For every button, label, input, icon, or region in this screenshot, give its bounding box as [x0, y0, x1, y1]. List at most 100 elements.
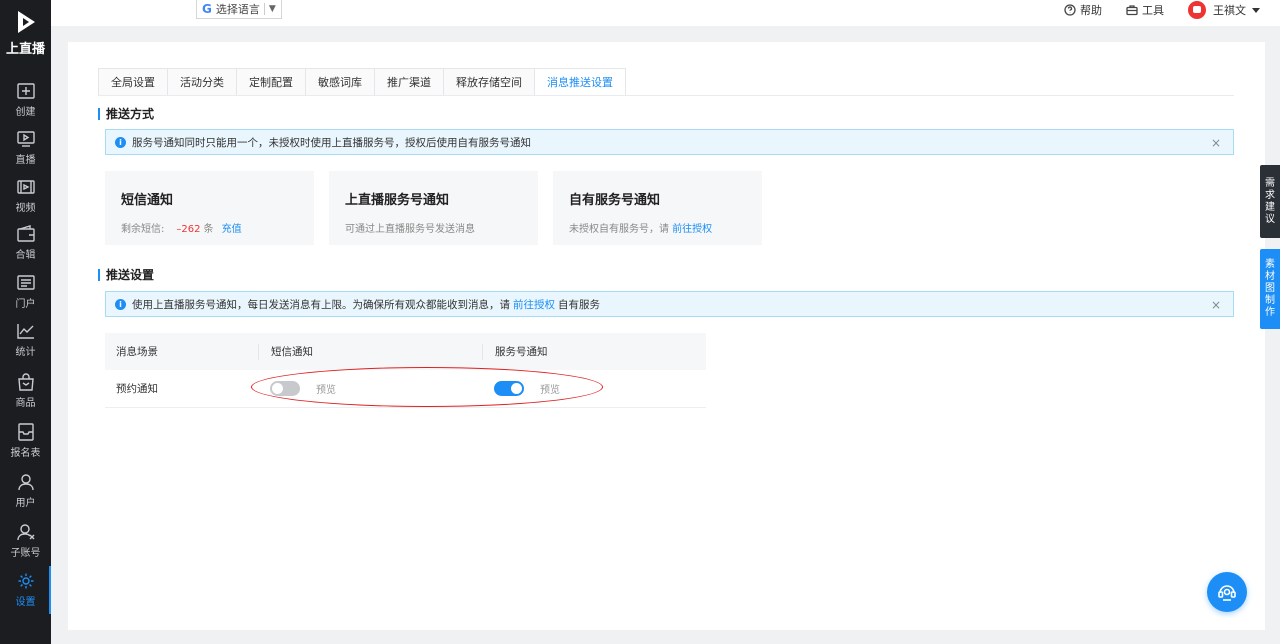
headset-icon [1218, 585, 1236, 601]
card-own-service-notice[interactable]: 自有服务号通知 未授权自有服务号，请 前往授权 [553, 171, 762, 245]
card-platform-service-notice[interactable]: 上直播服务号通知 可通过上直播服务号发送消息 [329, 171, 538, 245]
sidebar-item-live[interactable]: 直播 [0, 124, 51, 172]
film-icon [16, 180, 35, 194]
caret-down-icon [1252, 7, 1260, 13]
sidebar: 上直播 创建 直播 视频 合辑 门户 统计 商品 报名表 用户 子账号 设置 [0, 0, 51, 644]
section-title-push-settings: 推送设置 [98, 269, 154, 281]
card-desc: 剩余短信: –262 条 充值 [121, 220, 298, 235]
chevron-down-icon: ▼ [268, 4, 276, 14]
feedback-tab[interactable]: 需求建议 [1260, 165, 1280, 238]
wallet-icon [16, 225, 35, 242]
alert-text: 使用上直播服务号通知，每日发送消息有上限。为确保所有观众都能收到消息，请 [132, 298, 510, 311]
logo-icon [17, 11, 35, 33]
card-title: 自有服务号通知 [569, 193, 661, 208]
alert-text-suffix: 自有服务 [558, 298, 600, 311]
tab-sensitive-words[interactable]: 敏感词库 [305, 68, 374, 96]
question-icon [1064, 4, 1076, 16]
float-tab-char: 求 [1265, 189, 1275, 201]
sidebar-item-label: 统计 [15, 347, 36, 358]
push-method-alert: i 服务号通知同时只能用一个，未授权时使用上直播服务号，授权后使用自有服务号通知… [105, 129, 1234, 155]
user-icon [17, 474, 34, 491]
divider [263, 3, 265, 15]
settings-tabs: 全局设置 活动分类 定制配置 敏感词库 推广渠道 释放存储空间 消息推送设置 [98, 68, 626, 96]
user-menu[interactable]: 王祺文 [1188, 1, 1260, 19]
brand[interactable]: 上直播 [0, 0, 51, 62]
sms-remaining-label: 剩余短信: [121, 224, 165, 235]
tab-custom-config[interactable]: 定制配置 [236, 68, 305, 96]
toolbox-icon [1126, 5, 1138, 16]
sidebar-item-collection[interactable]: 合辑 [0, 219, 51, 267]
sidebar-item-label: 创建 [15, 107, 36, 118]
line-chart-icon [16, 324, 34, 339]
topbar-actions: 帮助 工具 王祺文 [1064, 0, 1280, 20]
plus-square-icon [16, 83, 35, 99]
sidebar-item-label: 合辑 [15, 250, 36, 261]
annotation-ellipse [251, 367, 603, 407]
sidebar-item-form[interactable]: 报名表 [0, 417, 51, 465]
float-tab-char: 作 [1265, 307, 1275, 318]
sidebar-item-label: 用户 [15, 498, 36, 509]
header-sms: 短信通知 [258, 343, 482, 360]
sidebar-item-goods[interactable]: 商品 [0, 367, 51, 415]
card-desc: 可通过上直播服务号发送消息 [345, 224, 475, 235]
tabs-divider [98, 95, 1234, 96]
authorize-link[interactable]: 前往授权 [672, 224, 712, 235]
sidebar-item-users[interactable]: 用户 [0, 467, 51, 515]
tab-global-settings[interactable]: 全局设置 [98, 68, 167, 96]
tab-promotion-channels[interactable]: 推广渠道 [374, 68, 443, 96]
customer-service-button[interactable] [1207, 572, 1247, 612]
sidebar-item-video[interactable]: 视频 [0, 172, 51, 220]
push-settings-alert: i 使用上直播服务号通知，每日发送消息有上限。为确保所有观众都能收到消息，请 前… [105, 291, 1234, 317]
language-select-label: 选择语言 [215, 3, 260, 16]
sidebar-item-label: 直播 [15, 155, 36, 166]
google-icon: G [202, 2, 212, 16]
card-desc: 未授权自有服务号，请 前往授权 [569, 220, 746, 235]
close-icon[interactable]: × [1211, 136, 1221, 150]
card-title: 上直播服务号通知 [345, 193, 450, 208]
info-icon: i [115, 298, 126, 310]
sidebar-item-portal[interactable]: 门户 [0, 268, 51, 316]
table-header: 消息场景 短信通知 服务号通知 [105, 333, 706, 370]
sidebar-item-subaccount[interactable]: 子账号 [0, 517, 51, 565]
sidebar-item-stats[interactable]: 统计 [0, 316, 51, 364]
sidebar-item-label: 门户 [15, 299, 36, 310]
float-tab-char: 议 [1265, 213, 1275, 225]
header-scene: 消息场景 [116, 346, 158, 358]
sidebar-item-label: 设置 [15, 597, 36, 608]
material-design-tab[interactable]: 素材图制作 [1260, 249, 1280, 329]
bag-icon [17, 373, 34, 391]
section-title-push-method: 推送方式 [98, 108, 154, 120]
recharge-link[interactable]: 充值 [222, 224, 242, 235]
close-icon[interactable]: × [1211, 298, 1221, 312]
header-service: 服务号通知 [482, 343, 706, 360]
gear-icon [18, 573, 33, 589]
sidebar-item-label: 报名表 [10, 448, 41, 459]
portal-icon [16, 275, 35, 290]
float-tab-char: 制 [1265, 295, 1275, 306]
sidebar-item-label: 子账号 [10, 548, 41, 559]
tools-link[interactable]: 工具 [1126, 2, 1164, 18]
float-tab-char: 建 [1265, 201, 1275, 213]
tab-release-storage[interactable]: 释放存储空间 [443, 68, 534, 96]
sidebar-item-settings[interactable]: 设置 [0, 566, 51, 614]
info-icon: i [115, 136, 126, 148]
help-link[interactable]: 帮助 [1064, 2, 1102, 18]
authorize-link[interactable]: 前往授权 [513, 297, 555, 312]
tab-activity-category[interactable]: 活动分类 [167, 68, 236, 96]
tab-message-push[interactable]: 消息推送设置 [534, 68, 626, 96]
float-tab-char: 素 [1265, 259, 1275, 270]
language-select[interactable]: G 选择语言 ▼ [196, 0, 282, 19]
float-tab-char: 需 [1265, 177, 1275, 189]
sidebar-item-create[interactable]: 创建 [0, 76, 51, 124]
alert-text: 服务号通知同时只能用一个，未授权时使用上直播服务号，授权后使用自有服务号通知 [132, 136, 531, 149]
card-title: 短信通知 [121, 193, 174, 208]
float-tab-char: 材 [1265, 271, 1275, 282]
help-label: 帮助 [1080, 4, 1102, 17]
float-tab-char: 图 [1265, 283, 1275, 294]
sidebar-item-label: 商品 [15, 398, 36, 409]
play-screen-icon [16, 131, 35, 147]
own-service-desc: 未授权自有服务号，请 [569, 224, 669, 235]
sms-unit: 条 [203, 224, 214, 235]
sub-account-icon [16, 524, 34, 541]
card-sms-notice[interactable]: 短信通知 剩余短信: –262 条 充值 [105, 171, 314, 245]
